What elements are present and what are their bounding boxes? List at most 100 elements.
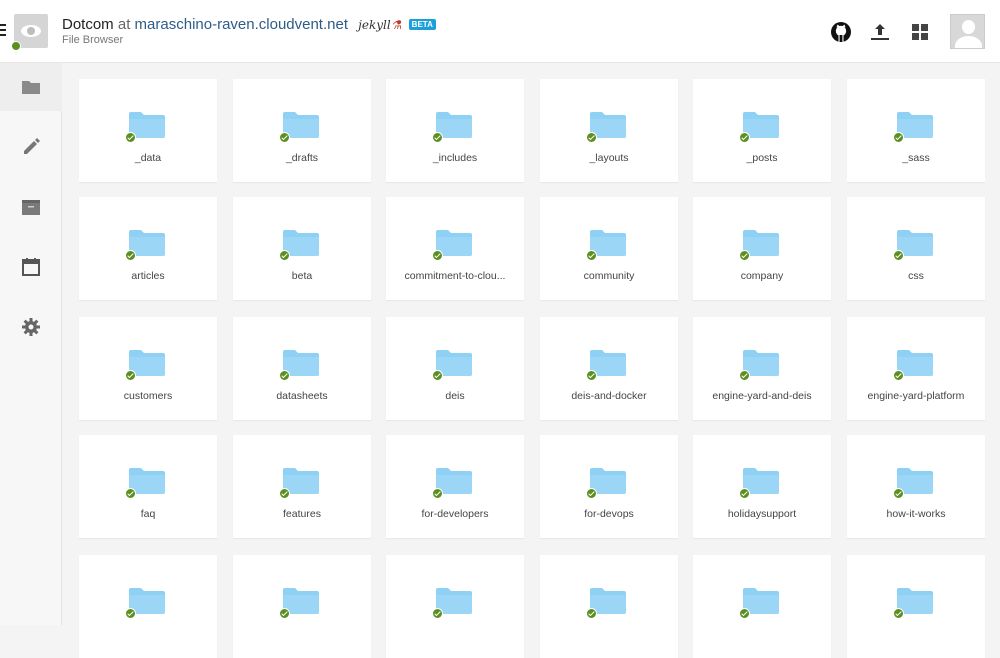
- gear-icon: [22, 318, 40, 336]
- folder-tile[interactable]: deis: [386, 317, 524, 420]
- folder-tile[interactable]: customers: [79, 317, 217, 420]
- calendar-icon: [22, 258, 40, 276]
- folder-tile[interactable]: engine-yard-and-deis: [693, 317, 831, 420]
- folder-name: how-it-works: [886, 508, 946, 520]
- folder-name: css: [908, 270, 924, 282]
- jekyll-logo: jekyll⚗: [358, 18, 401, 32]
- folder-tile[interactable]: [386, 555, 524, 658]
- status-ok-icon: [432, 488, 443, 499]
- user-avatar[interactable]: [950, 14, 985, 49]
- status-ok-icon: [586, 608, 597, 619]
- folder-name: engine-yard-platform: [867, 390, 965, 402]
- folder-tile[interactable]: holidaysupport: [693, 435, 831, 538]
- status-ok-icon: [125, 608, 136, 619]
- folder-name: deis-and-docker: [571, 390, 647, 402]
- folder-tile[interactable]: community: [540, 197, 678, 300]
- folder-name: _sass: [902, 152, 930, 164]
- page-subtitle: File Browser: [62, 34, 124, 46]
- folder-tile[interactable]: [847, 555, 985, 658]
- status-ok-icon: [893, 132, 904, 143]
- folder-name: beta: [291, 270, 313, 282]
- folder-name: for-developers: [421, 508, 489, 520]
- folder-tile[interactable]: commitment-to-clou...: [386, 197, 524, 300]
- folder-tile[interactable]: _layouts: [540, 79, 678, 182]
- folder-name: _posts: [746, 152, 778, 164]
- sidebar-item-files[interactable]: [0, 63, 62, 111]
- status-ok-icon: [893, 250, 904, 261]
- status-ok-icon: [586, 250, 597, 261]
- status-ok-icon: [739, 250, 750, 261]
- avatar-body: [955, 36, 982, 48]
- github-icon[interactable]: [829, 20, 853, 44]
- page-title: Dotcom at maraschino-raven.cloudvent.net…: [62, 16, 436, 33]
- site-logo[interactable]: [11, 14, 48, 51]
- sidebar-item-schedule[interactable]: [0, 243, 62, 291]
- status-ok-icon: [586, 132, 597, 143]
- folder-tile[interactable]: _includes: [386, 79, 524, 182]
- status-ok-icon: [125, 250, 136, 261]
- beta-badge: BETA: [408, 19, 436, 30]
- top-bar: Dotcom at maraschino-raven.cloudvent.net…: [0, 0, 1000, 63]
- folder-tile[interactable]: faq: [79, 435, 217, 538]
- upload-icon[interactable]: [868, 20, 892, 44]
- folder-name: _includes: [432, 152, 478, 164]
- folder-tile[interactable]: datasheets: [233, 317, 371, 420]
- sidebar-item-collections[interactable]: [0, 183, 62, 231]
- folder-name: holidaysupport: [727, 508, 797, 520]
- status-ok-icon: [432, 608, 443, 619]
- status-ok-icon: [893, 488, 904, 499]
- status-ok-icon: [279, 250, 290, 261]
- apps-grid-icon[interactable]: [908, 20, 932, 44]
- status-ok-icon: [11, 41, 21, 51]
- folder-name: engine-yard-and-deis: [712, 390, 812, 402]
- folder-tile[interactable]: [233, 555, 371, 658]
- folder-tile[interactable]: for-developers: [386, 435, 524, 538]
- menu-icon[interactable]: [0, 24, 6, 36]
- folder-tile[interactable]: _sass: [847, 79, 985, 182]
- folder-tile[interactable]: [693, 555, 831, 658]
- folder-name: commitment-to-clou...: [404, 270, 506, 282]
- folder-icon: [22, 81, 40, 94]
- status-ok-icon: [739, 370, 750, 381]
- site-name[interactable]: Dotcom: [62, 16, 114, 33]
- folder-tile[interactable]: how-it-works: [847, 435, 985, 538]
- folder-tile[interactable]: deis-and-docker: [540, 317, 678, 420]
- folder-name: community: [583, 270, 635, 282]
- status-ok-icon: [432, 132, 443, 143]
- site-host-link[interactable]: maraschino-raven.cloudvent.net: [135, 16, 348, 33]
- folder-tile[interactable]: beta: [233, 197, 371, 300]
- folder-tile[interactable]: _drafts: [233, 79, 371, 182]
- avatar-head: [962, 20, 975, 34]
- status-ok-icon: [125, 488, 136, 499]
- status-ok-icon: [586, 370, 597, 381]
- sidebar-item-settings[interactable]: [0, 303, 62, 351]
- folder-name: features: [283, 508, 321, 520]
- folder-name: _data: [134, 152, 162, 164]
- sidebar: [0, 63, 62, 625]
- folder-name: articles: [131, 270, 165, 282]
- folder-tile[interactable]: engine-yard-platform: [847, 317, 985, 420]
- folder-tile[interactable]: _data: [79, 79, 217, 182]
- folder-tile[interactable]: for-devops: [540, 435, 678, 538]
- folder-name: customers: [123, 390, 173, 402]
- folder-tile[interactable]: articles: [79, 197, 217, 300]
- folder-name: _drafts: [285, 152, 319, 164]
- folder-tile[interactable]: _posts: [693, 79, 831, 182]
- folder-tile[interactable]: company: [693, 197, 831, 300]
- folder-name: datasheets: [276, 390, 328, 402]
- folder-name: deis: [445, 390, 465, 402]
- folder-tile[interactable]: css: [847, 197, 985, 300]
- sidebar-item-editor[interactable]: [0, 123, 62, 171]
- status-ok-icon: [279, 132, 290, 143]
- generator-name: jekyll: [358, 18, 391, 32]
- status-ok-icon: [125, 370, 136, 381]
- folder-tile[interactable]: [540, 555, 678, 658]
- folder-tile[interactable]: features: [233, 435, 371, 538]
- folder-name: _layouts: [589, 152, 629, 164]
- at-text: at: [117, 16, 131, 33]
- status-ok-icon: [432, 370, 443, 381]
- status-ok-icon: [432, 250, 443, 261]
- status-ok-icon: [279, 608, 290, 619]
- archive-icon: [22, 200, 40, 215]
- folder-tile[interactable]: [79, 555, 217, 658]
